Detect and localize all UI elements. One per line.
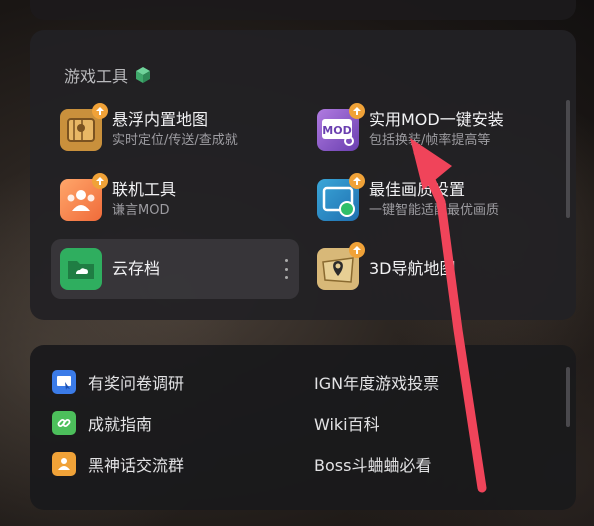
- upgrade-badge-icon: [92, 173, 108, 189]
- cloud-folder-icon: [60, 248, 102, 290]
- map-icon: [60, 103, 108, 151]
- tool-desc: 谦言MOD: [112, 203, 170, 218]
- tool-name: 3D导航地图: [369, 259, 456, 278]
- display-settings-icon: [317, 173, 365, 221]
- link-community-group[interactable]: 黑神话交流群: [52, 452, 184, 476]
- tool-name: 实用MOD一键安装: [369, 110, 504, 129]
- link-survey[interactable]: 有奖问卷调研: [52, 370, 184, 394]
- tool-multiplayer[interactable]: 联机工具 谦言MOD: [60, 170, 290, 230]
- upgrade-badge-icon: [92, 103, 108, 119]
- tool-name: 联机工具: [112, 180, 177, 199]
- tool-name: 悬浮内置地图: [112, 110, 209, 129]
- survey-icon: [52, 370, 76, 394]
- cube-icon: [136, 67, 151, 83]
- link-label: Wiki百科: [314, 415, 380, 434]
- upgrade-badge-icon: [349, 103, 365, 119]
- links-panel: 有奖问卷调研 成就指南 黑神话交流群 IGN年度游戏投票 Wiki百科 Boss…: [30, 345, 576, 510]
- mod-icon: MOD: [317, 103, 365, 151]
- section-header: 游戏工具: [64, 63, 152, 87]
- link-icon: [52, 411, 76, 435]
- tool-desc: 包括换装/帧率提高等: [369, 133, 491, 148]
- link-ign-vote[interactable]: IGN年度游戏投票: [314, 370, 439, 394]
- tool-best-graphics[interactable]: 最佳画质设置 一键智能适配最优画质: [317, 170, 557, 230]
- link-label: 黑神话交流群: [88, 456, 185, 475]
- link-achievement-guide[interactable]: 成就指南: [52, 411, 152, 435]
- tool-3d-map[interactable]: 3D导航地图: [317, 239, 557, 299]
- link-label: Boss斗蛐蛐必看: [314, 456, 432, 475]
- tool-floating-map[interactable]: 悬浮内置地图 实时定位/传送/查成就: [60, 100, 290, 160]
- group-icon: [52, 452, 76, 476]
- tool-desc: 一键智能适配最优画质: [369, 203, 500, 218]
- upgrade-badge-icon: [349, 173, 365, 189]
- link-label: 成就指南: [88, 415, 153, 434]
- link-label: IGN年度游戏投票: [314, 374, 440, 393]
- tool-name: 云存档: [112, 259, 161, 278]
- links-scrollbar[interactable]: [566, 367, 570, 427]
- link-boss-guide[interactable]: Boss斗蛐蛐必看: [314, 452, 431, 476]
- tool-mod-install[interactable]: MOD 实用MOD一键安装 包括换装/帧率提高等: [317, 100, 557, 160]
- link-label: 有奖问卷调研: [88, 374, 185, 393]
- tool-desc: 实时定位/传送/查成就: [112, 133, 238, 148]
- multiplayer-icon: [60, 173, 108, 221]
- mod-icon-text: MOD: [322, 124, 351, 137]
- tool-cloud-save[interactable]: 云存档: [51, 239, 299, 299]
- previous-panel-edge: [30, 0, 576, 20]
- tools-scrollbar[interactable]: [566, 100, 570, 218]
- more-options-icon[interactable]: [285, 259, 289, 279]
- link-wiki[interactable]: Wiki百科: [314, 411, 380, 435]
- section-title: 游戏工具: [64, 67, 129, 86]
- upgrade-badge-icon: [349, 242, 365, 258]
- tool-name: 最佳画质设置: [369, 180, 466, 199]
- 3d-map-icon: [317, 242, 365, 290]
- game-tools-panel: 游戏工具 悬浮内置地图 实时定位/传送/查成就 MOD 实用MOD一键安装 包括…: [30, 30, 576, 320]
